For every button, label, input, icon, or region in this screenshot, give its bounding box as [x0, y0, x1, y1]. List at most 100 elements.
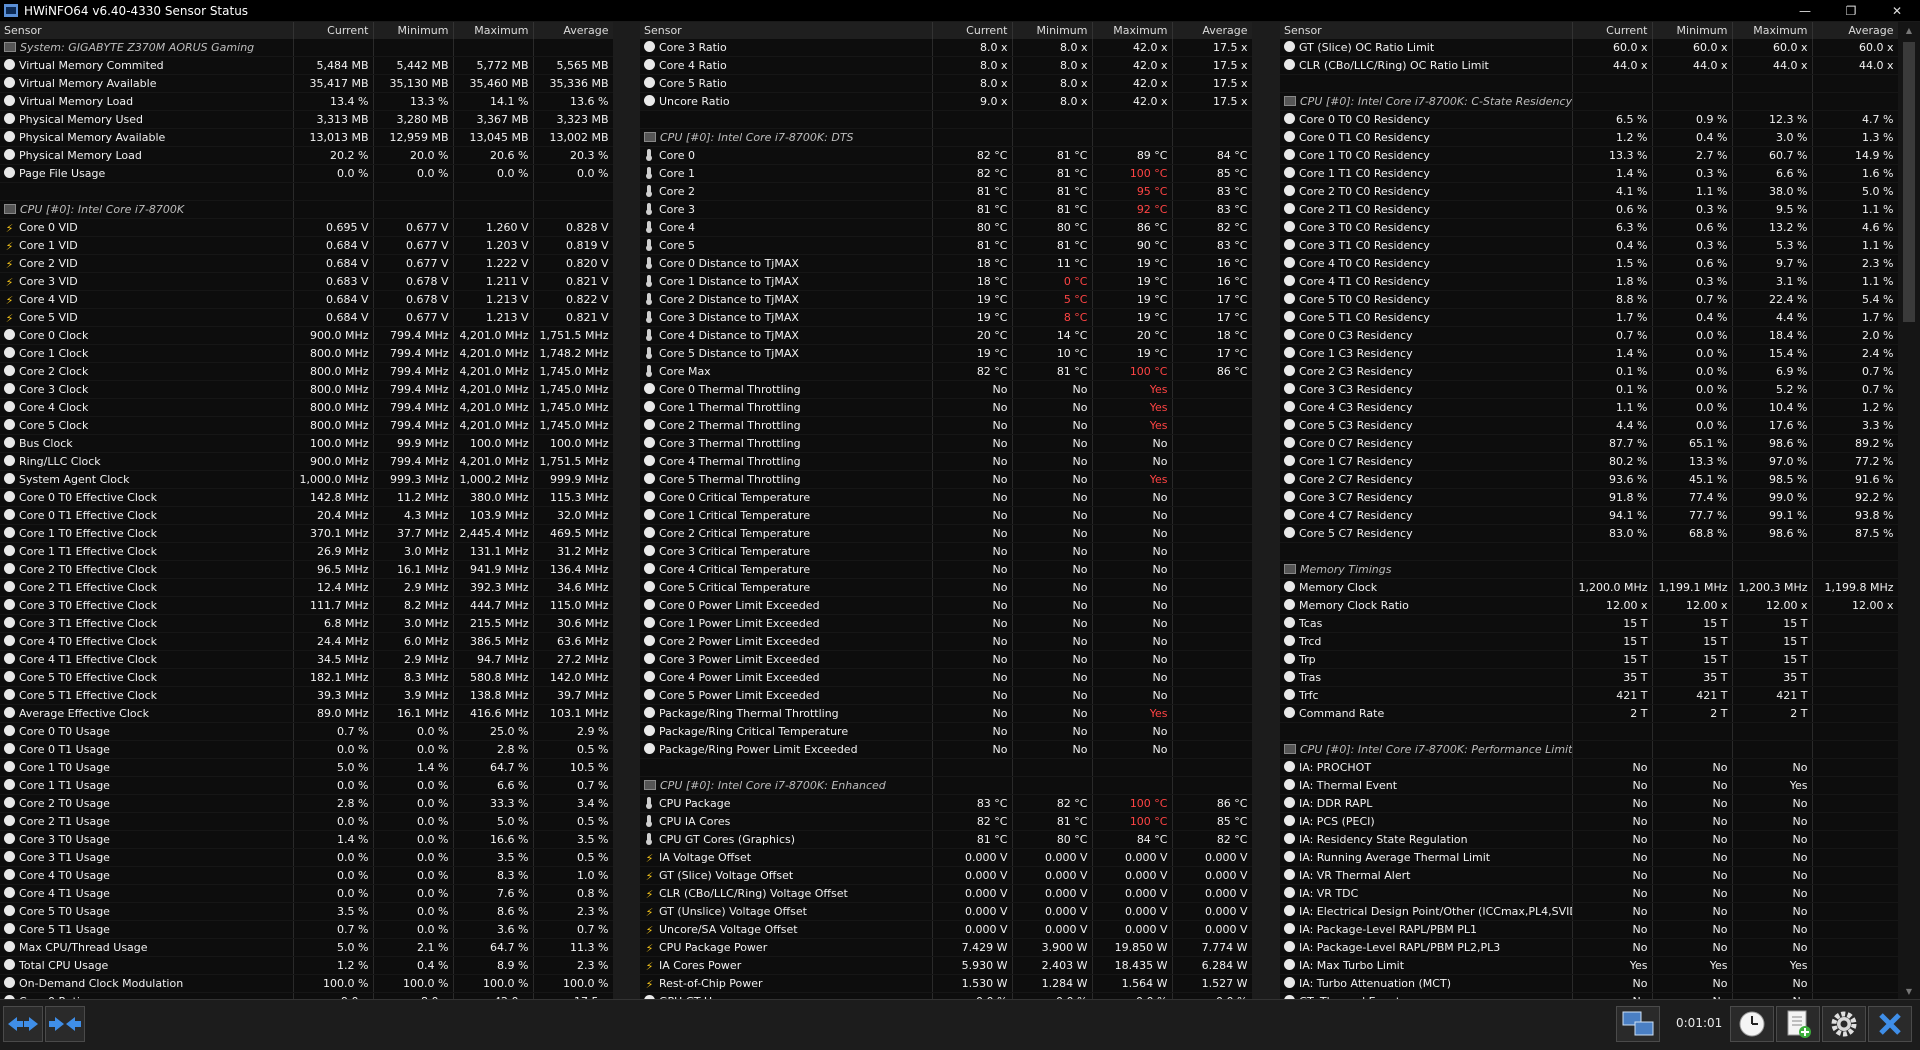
sensor-row[interactable]: Virtual Memory Available 35,417 MB 35,130 … [0, 74, 613, 93]
sensor-row[interactable]: CPU GT Cores (Graphics) 81 °C 80 °C 84 °C 82… [640, 830, 1252, 849]
sensor-row[interactable]: ⚡ CLR (CBo/LLC/Ring) Voltage Offset 0.000 … [640, 884, 1252, 903]
reset-timer-button[interactable] [1730, 1006, 1774, 1042]
scrollbar-thumb[interactable] [1903, 42, 1915, 322]
column-header-sensor[interactable]: Sensor [640, 22, 933, 39]
sensor-row[interactable]: Ring/LLC Clock 900.0 MHz 799.4 MHz 4,201.0 … [0, 452, 613, 471]
sensor-row[interactable]: ⚡ Core 1 VID 0.684 V 0.677 V 1.203 V 0.819 V [0, 236, 613, 255]
sensor-row[interactable]: Core 4 T1 C0 Residency 1.8 % 0.3 % 3.1 % 1.1… [1280, 272, 1898, 291]
sensor-row[interactable]: Core 3 Critical Temperature No No No [640, 542, 1252, 561]
sensor-row[interactable]: Core 5 C3 Residency 4.4 % 0.0 % 17.6 % 3.3 % [1280, 416, 1898, 435]
sensor-row[interactable]: Core 3 C3 Residency 0.1 % 0.0 % 5.2 % 0.7 % [1280, 380, 1898, 399]
sensor-row[interactable]: Bus Clock 100.0 MHz 99.9 MHz 100.0 MHz 100.0… [0, 434, 613, 453]
sensor-row[interactable]: Core 1 82 °C 81 °C 100 °C 85 °C [640, 164, 1252, 183]
sensor-row[interactable]: IA: Package-Level RAPL/PBM PL2,PL3 No No No [1280, 938, 1898, 957]
sensor-row[interactable]: IA: Turbo Attenuation (MCT) No No No [1280, 974, 1898, 993]
sensor-row[interactable]: Core 3 T1 C0 Residency 0.4 % 0.3 % 5.3 % 1.1… [1280, 236, 1898, 255]
sensor-row[interactable]: Core 3 T1 Effective Clock 6.8 MHz 3.0 MHz 2… [0, 614, 613, 633]
scroll-down-icon[interactable]: ▼ [1898, 983, 1920, 999]
sensor-row[interactable]: Core 2 Power Limit Exceeded No No No [640, 632, 1252, 651]
sensor-row[interactable]: Core 0 T0 Usage 0.7 % 0.0 % 25.0 % 2.9 % [0, 722, 613, 741]
sensor-row[interactable]: On-Demand Clock Modulation 100.0 % 100.0 %… [0, 974, 613, 993]
sensor-row[interactable]: Core 3 Thermal Throttling No No No [640, 434, 1252, 453]
sensor-row[interactable]: Physical Memory Load 20.2 % 20.0 % 20.6 % 20… [0, 146, 613, 165]
restore-button[interactable]: ❐ [1828, 0, 1874, 22]
sensor-row[interactable]: Core 3 Ratio 8.0 x 8.0 x 42.0 x 17.5 x [640, 39, 1252, 57]
sensor-row[interactable]: Core 5 81 °C 81 °C 90 °C 83 °C [640, 236, 1252, 255]
sensor-row[interactable]: Core 3 Power Limit Exceeded No No No [640, 650, 1252, 669]
column-header-current[interactable]: Current [1572, 22, 1653, 39]
sensor-row[interactable]: Core 1 T0 C0 Residency 13.3 % 2.7 % 60.7 % 1… [1280, 146, 1898, 165]
sensor-row[interactable]: Memory Clock Ratio 12.00 x 12.00 x 12.00 x1… [1280, 596, 1898, 615]
sensor-row[interactable]: ⚡ GT (Slice) Voltage Offset 0.000 V 0.000 V… [640, 866, 1252, 885]
sensor-row[interactable]: Core 1 T0 Usage 5.0 % 1.4 % 64.7 % 10.5 % [0, 758, 613, 777]
network-monitor-button[interactable] [1616, 1006, 1660, 1042]
sensor-row[interactable]: Core 5 T0 Effective Clock 182.1 MHz 8.3 MH… [0, 668, 613, 687]
sensor-row[interactable]: Core 1 C3 Residency 1.4 % 0.0 % 15.4 % 2.4 % [1280, 344, 1898, 363]
sensor-group-header[interactable]: Memory Timings [1280, 560, 1898, 579]
sensor-row[interactable]: Physical Memory Available 13,013 MB 12,959… [0, 128, 613, 147]
sensor-row[interactable]: Core 2 T0 Effective Clock 96.5 MHz 16.1 MH… [0, 560, 613, 579]
next-layout-button[interactable] [45, 1006, 85, 1042]
sensor-row[interactable]: Core 5 T1 Effective Clock 39.3 MHz 3.9 MHz… [0, 686, 613, 705]
sensor-row[interactable]: Core 4 C7 Residency 94.1 % 77.7 % 99.1 % 93.… [1280, 506, 1898, 525]
sensor-row[interactable]: Core 1 Power Limit Exceeded No No No [640, 614, 1252, 633]
sensor-row[interactable]: ⚡ IA Cores Power 5.930 W 2.403 W 18.435 W 6.2… [640, 956, 1252, 975]
sensor-row[interactable]: Core 0 Critical Temperature No No No [640, 488, 1252, 507]
column-header-current[interactable]: Current [932, 22, 1013, 39]
sensor-row[interactable]: IA: Residency State Regulation No No No [1280, 830, 1898, 849]
column-header-minimum[interactable]: Minimum [1652, 22, 1733, 39]
column-header-maximum[interactable]: Maximum [1092, 22, 1173, 39]
sensor-row[interactable]: Core 4 C3 Residency 1.1 % 0.0 % 10.4 % 1.2 % [1280, 398, 1898, 417]
sensor-row[interactable]: ⚡ Core 0 VID 0.695 V 0.677 V 1.260 V 0.828 V [0, 218, 613, 237]
sensor-row[interactable]: Core 1 T0 Effective Clock 370.1 MHz 37.7 M… [0, 524, 613, 543]
sensor-row[interactable]: Core 0 C7 Residency 87.7 % 65.1 % 98.6 % 89.… [1280, 434, 1898, 453]
sensor-row[interactable]: CLR (CBo/LLC/Ring) OC Ratio Limit 44.0 x4… [1280, 56, 1898, 75]
sensor-row[interactable]: Core 5 Distance to TjMAX 19 °C 10 °C 19 °C 1… [640, 344, 1252, 363]
sensor-row[interactable]: Uncore Ratio 9.0 x 8.0 x 42.0 x 17.5 x [640, 92, 1252, 111]
column-header-maximum[interactable]: Maximum [1732, 22, 1813, 39]
sensor-row[interactable]: Core 0 Clock 900.0 MHz 799.4 MHz 4,201.0 MH… [0, 326, 613, 345]
sensor-row[interactable]: Core 1 Clock 800.0 MHz 799.4 MHz 4,201.0 MH… [0, 344, 613, 363]
sensor-row[interactable]: Package/Ring Critical Temperature No No No [640, 722, 1252, 741]
sensor-row[interactable]: Tras 35 T 35 T 35 T [1280, 668, 1898, 687]
sensor-row[interactable]: ⚡ Uncore/SA Voltage Offset 0.000 V 0.000 V0… [640, 920, 1252, 939]
sensor-row[interactable]: Core 3 T0 Usage 1.4 % 0.0 % 16.6 % 3.5 % [0, 830, 613, 849]
sensor-row[interactable]: Core 3 81 °C 81 °C 92 °C 83 °C [640, 200, 1252, 219]
sensor-row[interactable]: GT (Slice) OC Ratio Limit 60.0 x 60.0 x 60.… [1280, 39, 1898, 57]
sensor-row[interactable]: Core 3 T1 Usage 0.0 % 0.0 % 3.5 % 0.5 % [0, 848, 613, 867]
sensor-row[interactable]: Core 2 T0 Usage 2.8 % 0.0 % 33.3 % 3.4 % [0, 794, 613, 813]
sensor-row[interactable]: Core 4 Clock 800.0 MHz 799.4 MHz 4,201.0 MH… [0, 398, 613, 417]
sensor-row[interactable]: Core 5 Critical Temperature No No No [640, 578, 1252, 597]
sensor-row[interactable]: Core 1 T1 C0 Residency 1.4 % 0.3 % 6.6 % 1.6… [1280, 164, 1898, 183]
sensor-row[interactable]: Core 4 T1 Effective Clock 34.5 MHz 2.9 MHz… [0, 650, 613, 669]
logging-button[interactable] [1776, 1006, 1820, 1042]
sensor-row[interactable]: ⚡ CPU Package Power 7.429 W 3.900 W 19.850 W… [640, 938, 1252, 957]
sensor-row[interactable]: Trfc 421 T 421 T 421 T [1280, 686, 1898, 705]
close-sensors-button[interactable] [1868, 1006, 1912, 1042]
column-header-average[interactable]: Average [1172, 22, 1252, 39]
sensor-row[interactable]: Core 5 C7 Residency 83.0 % 68.8 % 98.6 % 87.… [1280, 524, 1898, 543]
sensor-row[interactable]: Core 0 T0 C0 Residency 6.5 % 0.9 % 12.3 % 4.… [1280, 110, 1898, 129]
sensor-row[interactable]: Average Effective Clock 89.0 MHz 16.1 MHz 4… [0, 704, 613, 723]
sensor-row[interactable]: Core 5 T1 Usage 0.7 % 0.0 % 3.6 % 0.7 % [0, 920, 613, 939]
sensor-row[interactable]: Core 1 T1 Usage 0.0 % 0.0 % 6.6 % 0.7 % [0, 776, 613, 795]
sensor-group-header[interactable]: CPU [#0]: Intel Core i7-8700K: Enhanced [640, 776, 1252, 795]
sensor-row[interactable]: Core 0 82 °C 81 °C 89 °C 84 °C [640, 146, 1252, 165]
sensor-row[interactable]: Core 5 Clock 800.0 MHz 799.4 MHz 4,201.0 MH… [0, 416, 613, 435]
sensor-row[interactable]: Core 2 C7 Residency 93.6 % 45.1 % 98.5 % 91.… [1280, 470, 1898, 489]
sensor-row[interactable]: Core 2 Distance to TjMAX 19 °C 5 °C 19 °C 17… [640, 290, 1252, 309]
sensor-row[interactable]: Core 0 T0 Effective Clock 142.8 MHz 11.2 M… [0, 488, 613, 507]
sensor-row[interactable]: ⚡ Core 5 VID 0.684 V 0.677 V 1.213 V 0.821 V [0, 308, 613, 327]
sensor-row[interactable]: Total CPU Usage 1.2 % 0.4 % 8.9 % 2.3 % [0, 956, 613, 975]
sensor-row[interactable]: Core 3 Distance to TjMAX 19 °C 8 °C 19 °C 17… [640, 308, 1252, 327]
sensor-row[interactable]: Core 0 T1 Effective Clock 20.4 MHz 4.3 MHz… [0, 506, 613, 525]
minimize-button[interactable]: — [1782, 0, 1828, 22]
sensor-row[interactable]: Core 2 T1 Usage 0.0 % 0.0 % 5.0 % 0.5 % [0, 812, 613, 831]
sensor-row[interactable]: Core 2 Thermal Throttling No No Yes [640, 416, 1252, 435]
sensor-row[interactable]: IA: Package-Level RAPL/PBM PL1 No No No [1280, 920, 1898, 939]
sensor-row[interactable]: IA: Running Average Thermal Limit No No No [1280, 848, 1898, 867]
sensor-row[interactable]: IA: DDR RAPL No No No [1280, 794, 1898, 813]
sensor-row[interactable]: Core 0 Power Limit Exceeded No No No [640, 596, 1252, 615]
sensor-row[interactable]: Core 2 T1 Effective Clock 12.4 MHz 2.9 MHz… [0, 578, 613, 597]
sensor-row[interactable]: Page File Usage 0.0 % 0.0 % 0.0 % 0.0 % [0, 164, 613, 183]
